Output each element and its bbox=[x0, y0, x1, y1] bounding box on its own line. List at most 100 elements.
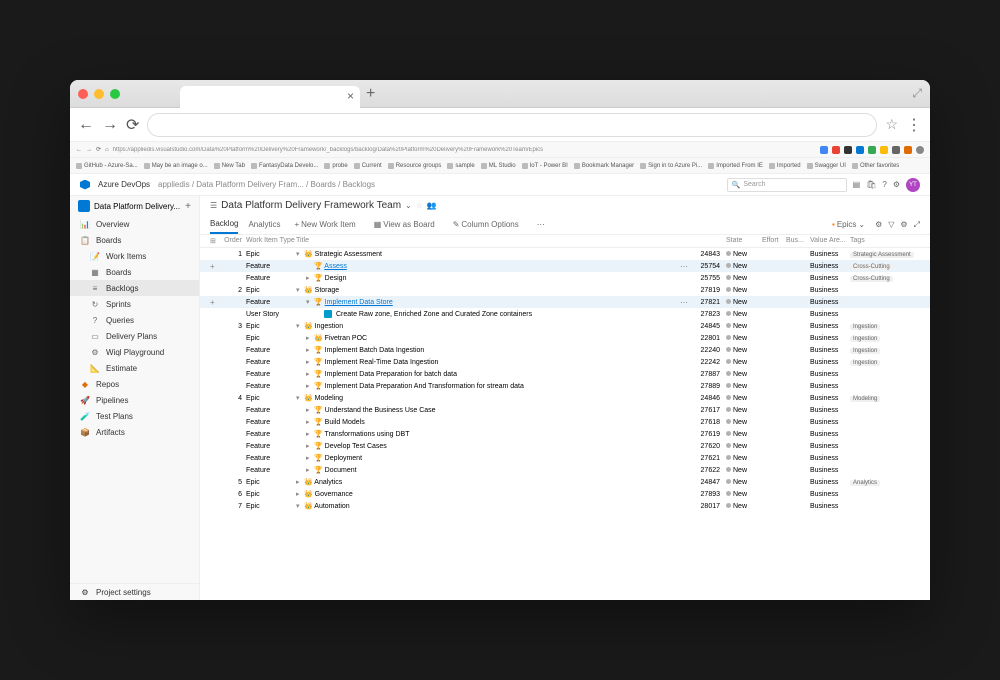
more-menu-button[interactable]: ⋯ bbox=[533, 218, 549, 231]
maximize-icon[interactable]: ⤢ bbox=[912, 86, 922, 101]
url-input[interactable] bbox=[147, 113, 877, 137]
bookmark-item[interactable]: Resource groups bbox=[388, 163, 442, 169]
bookmark-item[interactable]: sample bbox=[447, 163, 474, 169]
bookmark-item[interactable]: Bookmark Manager bbox=[574, 163, 634, 169]
work-item-row[interactable]: Feature▸🏆 Understand the Business Use Ca… bbox=[200, 404, 930, 416]
project-settings-link[interactable]: ⚙ Project settings bbox=[70, 584, 199, 600]
sidebar-item-test-plans[interactable]: 🧪Test Plans bbox=[70, 408, 199, 424]
tag[interactable]: Cross-Cutting bbox=[850, 276, 893, 282]
tag[interactable]: Modeling bbox=[850, 396, 880, 402]
user-avatar[interactable]: YT bbox=[906, 178, 920, 192]
tag[interactable]: Ingestion bbox=[850, 348, 880, 354]
browser-menu-button[interactable]: ⋮ bbox=[906, 115, 922, 135]
breadcrumb-link[interactable]: Boards bbox=[311, 180, 336, 189]
ext-icon[interactable] bbox=[832, 146, 840, 154]
close-tab-icon[interactable]: × bbox=[347, 89, 354, 103]
expand-toggle[interactable]: ▸ bbox=[306, 442, 314, 450]
new-tab-button[interactable]: + bbox=[366, 85, 375, 103]
expand-toggle[interactable]: ▸ bbox=[306, 358, 314, 366]
expand-toggle[interactable]: ▸ bbox=[306, 346, 314, 354]
search-input[interactable]: 🔍 Search bbox=[727, 178, 847, 192]
expand-toggle[interactable]: ▸ bbox=[306, 274, 314, 282]
back-button[interactable]: ← bbox=[78, 116, 94, 134]
close-window-button[interactable] bbox=[78, 89, 88, 99]
col-tags[interactable]: Tags bbox=[850, 237, 920, 245]
expand-toggle[interactable]: ▸ bbox=[306, 370, 314, 378]
sidebar-item-overview[interactable]: 📊Overview bbox=[70, 216, 199, 232]
expand-toggle[interactable]: ▸ bbox=[306, 382, 314, 390]
ext-icon[interactable] bbox=[856, 146, 864, 154]
work-item-row[interactable]: Feature▸🏆 Implement Data Preparation And… bbox=[200, 380, 930, 392]
bookmark-item[interactable]: Imported From IE bbox=[708, 163, 763, 169]
breadcrumb-link[interactable]: Data Platform Delivery Fram... bbox=[196, 180, 304, 189]
inner-reload-icon[interactable]: ⟳ bbox=[96, 146, 101, 153]
expand-toggle[interactable]: ▾ bbox=[296, 322, 304, 330]
row-menu-icon[interactable]: ⋯ bbox=[680, 298, 688, 307]
sidebar-item-delivery-plans[interactable]: ▭Delivery Plans bbox=[70, 328, 199, 344]
work-item-row[interactable]: Feature▸🏆 Implement Data Preparation for… bbox=[200, 368, 930, 380]
work-item-row[interactable]: Feature▸🏆 Deployment27621NewBusiness bbox=[200, 452, 930, 464]
work-item-row[interactable]: User Story Create Raw zone, Enriched Zon… bbox=[200, 308, 930, 320]
add-icon[interactable]: + bbox=[185, 201, 191, 212]
sidebar-item-estimate[interactable]: 📐Estimate bbox=[70, 360, 199, 376]
work-item-row[interactable]: 5Epic▸👑 Analytics24847NewBusinessAnalyti… bbox=[200, 476, 930, 488]
work-item-row[interactable]: 7Epic▾👑 Automation28017NewBusiness bbox=[200, 500, 930, 512]
expand-toggle[interactable]: ▾ bbox=[296, 394, 304, 402]
expand-toggle[interactable]: ▸ bbox=[306, 418, 314, 426]
project-header[interactable]: Data Platform Delivery... + bbox=[70, 196, 199, 216]
help-icon[interactable]: ? bbox=[882, 180, 886, 189]
tag[interactable]: Ingestion bbox=[850, 324, 880, 330]
work-item-row[interactable]: Epic▸👑 Fivetran POC22801NewBusinessInges… bbox=[200, 332, 930, 344]
expand-toggle[interactable]: ▸ bbox=[296, 478, 304, 486]
filter-icon[interactable]: ▤ bbox=[853, 180, 861, 189]
zoom-window-button[interactable] bbox=[110, 89, 120, 99]
settings-icon[interactable]: ⚙ bbox=[893, 180, 900, 189]
work-item-row[interactable]: Feature▸🏆 Transformations using DBT27619… bbox=[200, 428, 930, 440]
bookmark-item[interactable]: Other favorites bbox=[852, 163, 899, 169]
expand-toggle[interactable]: ▾ bbox=[296, 502, 304, 510]
sidebar-item-queries[interactable]: ?Queries bbox=[70, 312, 199, 328]
col-order[interactable]: Order bbox=[224, 237, 246, 245]
fullscreen-icon[interactable]: ⤢ bbox=[914, 220, 920, 230]
bookmark-item[interactable]: IoT - Power BI bbox=[522, 163, 568, 169]
bookmark-item[interactable]: ML Studio bbox=[481, 163, 516, 169]
add-child-icon[interactable]: + bbox=[210, 262, 215, 271]
work-item-row[interactable]: +Feature▾🏆 Implement Data Store⋯27821New… bbox=[200, 296, 930, 308]
filter-icon[interactable]: ▽ bbox=[888, 220, 894, 229]
ext-icon[interactable] bbox=[892, 146, 900, 154]
sidebar-item-boards[interactable]: 📋Boards bbox=[70, 232, 199, 248]
bookmark-item[interactable]: May be an image o... bbox=[144, 163, 208, 169]
bookmark-item[interactable]: Swagger UI bbox=[807, 163, 846, 169]
settings-gear-icon[interactable]: ⚙ bbox=[900, 220, 907, 229]
tag[interactable]: Cross-Cutting bbox=[850, 264, 893, 270]
sidebar-item-wiql-playground[interactable]: ⚙Wiql Playground bbox=[70, 344, 199, 360]
bookmark-star-icon[interactable]: ☆ bbox=[885, 116, 898, 133]
expand-toggle[interactable]: ▸ bbox=[306, 454, 314, 462]
azure-devops-logo-icon[interactable] bbox=[80, 180, 90, 190]
chevron-down-icon[interactable]: ⌄ bbox=[405, 201, 412, 210]
expand-toggle[interactable]: ▾ bbox=[296, 286, 304, 294]
ext-icon[interactable] bbox=[844, 146, 852, 154]
sidebar-item-backlogs[interactable]: ≡Backlogs bbox=[70, 280, 199, 296]
add-child-icon[interactable]: + bbox=[210, 298, 215, 307]
view-options-icon[interactable]: ⚙ bbox=[875, 220, 882, 229]
forward-button[interactable]: → bbox=[102, 116, 118, 134]
bookmark-item[interactable]: GitHub - Azure-Sa... bbox=[76, 163, 138, 169]
tag[interactable]: Ingestion bbox=[850, 336, 880, 342]
level-selector[interactable]: ▪Epics⌄ bbox=[828, 218, 869, 231]
reload-button[interactable]: ⟳ bbox=[126, 115, 139, 135]
expand-toggle[interactable]: ▾ bbox=[306, 298, 314, 306]
work-item-row[interactable]: Feature▸🏆 Design25755NewBusinessCross-Cu… bbox=[200, 272, 930, 284]
expand-toggle[interactable]: ▸ bbox=[296, 490, 304, 498]
tag[interactable]: Ingestion bbox=[850, 360, 880, 366]
tab-backlog[interactable]: Backlog bbox=[210, 215, 238, 234]
work-item-title[interactable]: Implement Data Store bbox=[325, 299, 393, 306]
sidebar-item-sprints[interactable]: ↻Sprints bbox=[70, 296, 199, 312]
work-item-row[interactable]: 1Epic▾👑 Strategic Assessment24843NewBusi… bbox=[200, 248, 930, 260]
inner-home-icon[interactable]: ⌂ bbox=[105, 147, 109, 153]
favorite-star-icon[interactable]: ☆ bbox=[416, 201, 423, 210]
tab-analytics[interactable]: Analytics bbox=[248, 216, 280, 233]
sidebar-item-pipelines[interactable]: 🚀Pipelines bbox=[70, 392, 199, 408]
breadcrumb-link[interactable]: Backlogs bbox=[343, 180, 375, 189]
breadcrumb-link[interactable]: appliedis bbox=[158, 180, 190, 189]
